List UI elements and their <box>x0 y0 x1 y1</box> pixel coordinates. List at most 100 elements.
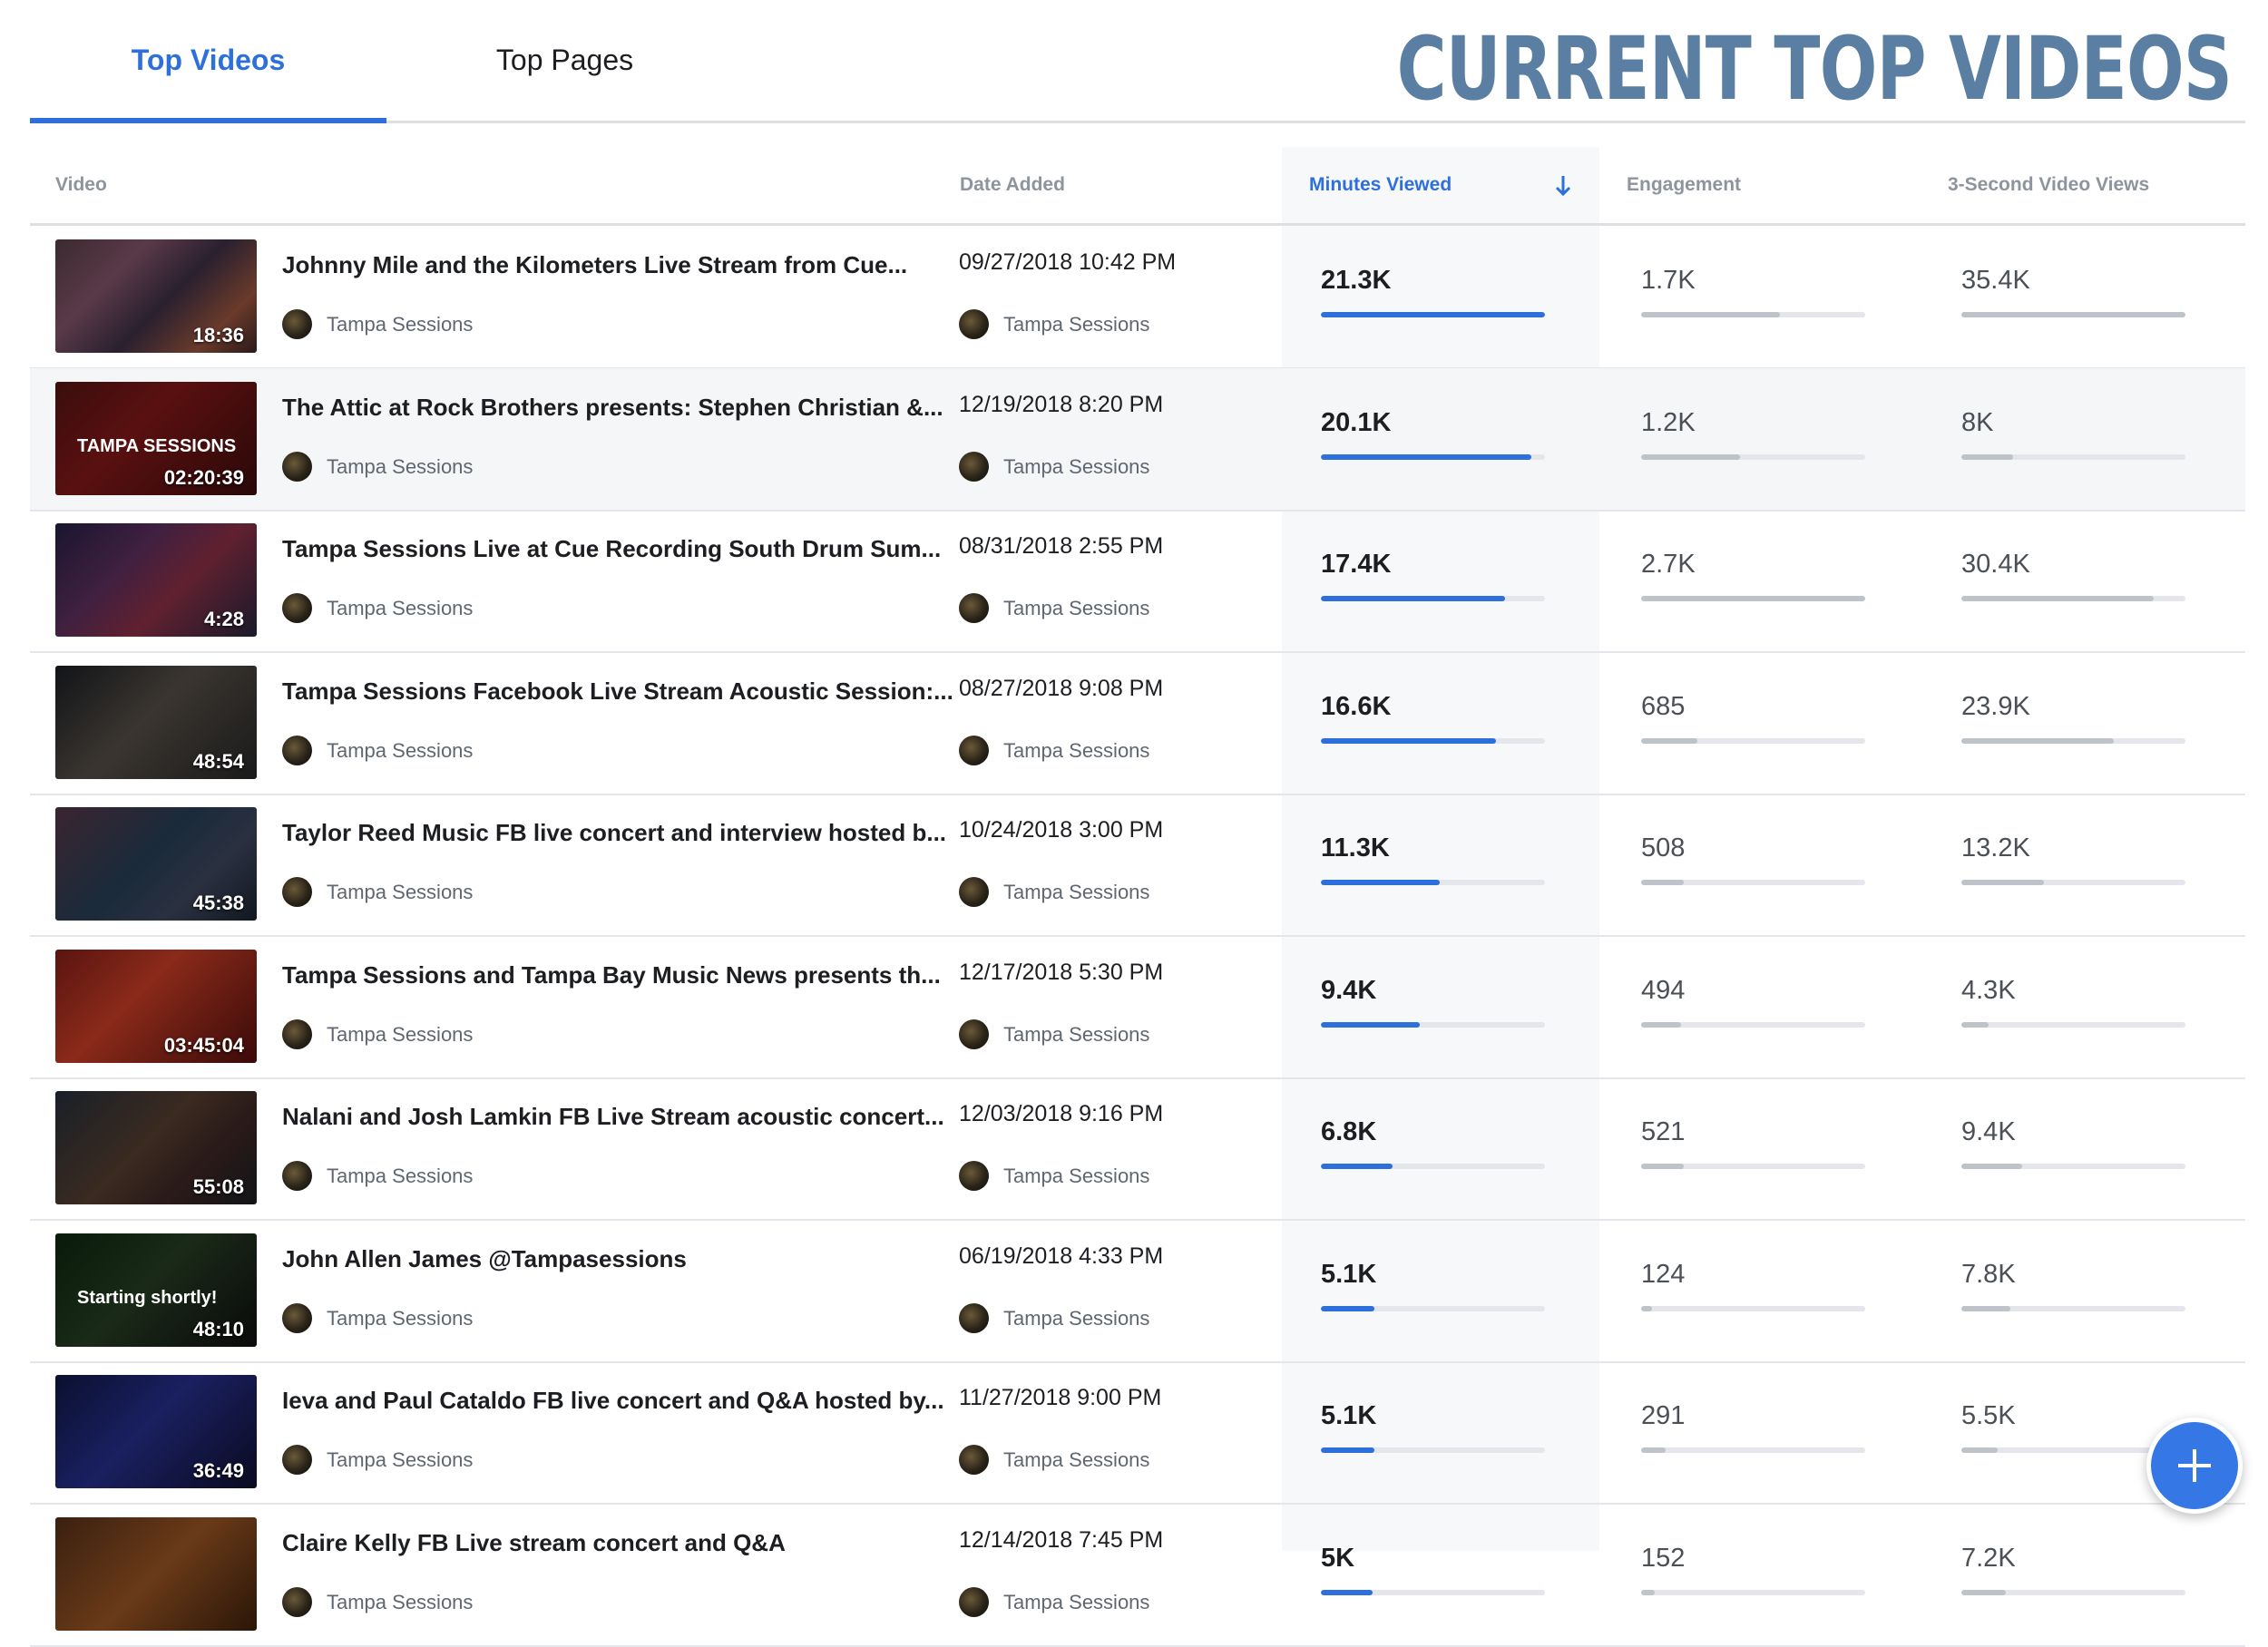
plus-icon <box>2178 1449 2211 1482</box>
table-row[interactable]: 55:08 Nalani and Josh Lamkin FB Live Str… <box>30 1077 2245 1221</box>
date-added: 12/14/2018 7:45 PM <box>959 1527 1164 1553</box>
sort-descending-icon[interactable] <box>1554 172 1572 198</box>
minutes-viewed-value: 6.8K <box>1321 1117 1377 1146</box>
page-name: Tampa Sessions <box>1003 1590 1150 1613</box>
avatar <box>959 1303 989 1333</box>
date-page-label[interactable]: Tampa Sessions <box>959 593 1149 623</box>
date-page-label[interactable]: Tampa Sessions <box>959 1019 1149 1049</box>
engagement-bar-fill <box>1641 1590 1655 1595</box>
engagement-bar-fill <box>1641 880 1684 885</box>
avatar <box>282 1303 312 1333</box>
date-page-label[interactable]: Tampa Sessions <box>959 1303 1149 1333</box>
page-label[interactable]: Tampa Sessions <box>282 452 473 482</box>
video-duration: 55:08 <box>192 1175 244 1198</box>
avatar <box>959 309 989 339</box>
avatar <box>282 736 312 765</box>
video-thumbnail[interactable]: Starting shortly! 48:10 <box>55 1233 257 1347</box>
minutes-viewed-value: 17.4K <box>1321 550 1392 579</box>
table-row[interactable]: TAMPA SESSIONS 02:20:39 The Attic at Roc… <box>30 368 2245 512</box>
views-bar <box>1961 454 2185 460</box>
video-title[interactable]: Tampa Sessions Live at Cue Recording Sou… <box>282 535 941 563</box>
video-title[interactable]: Nalani and Josh Lamkin FB Live Stream ac… <box>282 1103 944 1131</box>
date-page-label[interactable]: Tampa Sessions <box>959 452 1149 482</box>
video-thumbnail[interactable]: 45:38 <box>55 807 257 921</box>
table-row[interactable]: 48:54 Tampa Sessions Facebook Live Strea… <box>30 652 2245 795</box>
page-name: Tampa Sessions <box>1003 738 1150 762</box>
minutes-viewed-bar-fill <box>1321 1306 1375 1311</box>
page-label[interactable]: Tampa Sessions <box>282 1161 473 1191</box>
engagement-bar <box>1641 454 1865 460</box>
video-thumbnail[interactable]: 36:49 <box>55 1375 257 1488</box>
views-bar-fill <box>1961 1306 2011 1311</box>
video-thumbnail[interactable]: 4:28 <box>55 523 257 637</box>
avatar <box>282 452 312 482</box>
video-duration: 03:45:04 <box>163 1034 244 1057</box>
page-name: Tampa Sessions <box>1003 312 1150 336</box>
video-duration: 18:36 <box>192 324 244 346</box>
video-title[interactable]: Johnny Mile and the Kilometers Live Stre… <box>282 251 907 279</box>
table-row[interactable]: 4:28 Tampa Sessions Live at Cue Recordin… <box>30 510 2245 653</box>
page-label[interactable]: Tampa Sessions <box>282 309 473 339</box>
table-row[interactable]: 03:45:04 Tampa Sessions and Tampa Bay Mu… <box>30 936 2245 1079</box>
tab-top-pages[interactable]: Top Pages <box>386 0 743 121</box>
views-bar <box>1961 1164 2185 1169</box>
page-label[interactable]: Tampa Sessions <box>282 1587 473 1617</box>
video-thumbnail[interactable]: 55:08 <box>55 1091 257 1204</box>
video-title[interactable]: John Allen James @Tampasessions <box>282 1245 687 1273</box>
column-header-minutes[interactable]: Minutes Viewed <box>1309 147 1452 223</box>
video-duration: 48:10 <box>192 1318 244 1340</box>
video-title[interactable]: Taylor Reed Music FB live concert and in… <box>282 819 946 847</box>
video-thumbnail[interactable]: TAMPA SESSIONS 02:20:39 <box>55 382 257 495</box>
views-value: 23.9K <box>1961 692 2030 721</box>
table-row[interactable]: Claire Kelly FB Live stream concert and … <box>30 1504 2245 1647</box>
tab-top-videos[interactable]: Top Videos <box>30 0 386 123</box>
engagement-value: 685 <box>1641 692 1686 721</box>
date-page-label[interactable]: Tampa Sessions <box>959 309 1149 339</box>
column-header-date[interactable]: Date Added <box>960 147 1065 223</box>
column-header-engagement[interactable]: Engagement <box>1627 147 1741 223</box>
page-label[interactable]: Tampa Sessions <box>282 1445 473 1475</box>
add-button[interactable] <box>2146 1418 2243 1514</box>
date-page-label[interactable]: Tampa Sessions <box>959 877 1149 907</box>
video-thumbnail[interactable]: 18:36 <box>55 239 257 353</box>
engagement-value: 124 <box>1641 1260 1686 1289</box>
minutes-viewed-bar-fill <box>1321 1164 1393 1169</box>
page-name: Tampa Sessions <box>327 596 474 619</box>
views-value: 5.5K <box>1961 1401 2016 1430</box>
video-title[interactable]: Tampa Sessions and Tampa Bay Music News … <box>282 961 941 989</box>
video-thumbnail[interactable]: 03:45:04 <box>55 950 257 1063</box>
avatar <box>282 593 312 623</box>
page-label[interactable]: Tampa Sessions <box>282 1303 473 1333</box>
table-row[interactable]: 18:36 Johnny Mile and the Kilometers Liv… <box>30 226 2245 369</box>
video-title[interactable]: The Attic at Rock Brothers presents: Ste… <box>282 394 943 422</box>
page-label[interactable]: Tampa Sessions <box>282 877 473 907</box>
table-row[interactable]: Starting shortly! 48:10 John Allen James… <box>30 1220 2245 1363</box>
video-title[interactable]: Claire Kelly FB Live stream concert and … <box>282 1529 786 1557</box>
minutes-viewed-bar <box>1321 1022 1545 1028</box>
date-page-label[interactable]: Tampa Sessions <box>959 736 1149 765</box>
video-title[interactable]: Ieva and Paul Cataldo FB live concert an… <box>282 1387 944 1415</box>
minutes-viewed-value: 21.3K <box>1321 266 1392 295</box>
table-row[interactable]: 36:49 Ieva and Paul Cataldo FB live conc… <box>30 1361 2245 1505</box>
date-page-label[interactable]: Tampa Sessions <box>959 1445 1149 1475</box>
date-added: 11/27/2018 9:00 PM <box>959 1385 1162 1410</box>
page-label[interactable]: Tampa Sessions <box>282 736 473 765</box>
page-label[interactable]: Tampa Sessions <box>282 593 473 623</box>
minutes-viewed-bar <box>1321 1306 1545 1311</box>
page-label[interactable]: Tampa Sessions <box>282 1019 473 1049</box>
views-bar-fill <box>1961 738 2114 744</box>
table-row[interactable]: 45:38 Taylor Reed Music FB live concert … <box>30 794 2245 937</box>
column-header-video[interactable]: Video <box>55 147 107 223</box>
page-name: Tampa Sessions <box>327 738 474 762</box>
minutes-viewed-value: 5.1K <box>1321 1260 1377 1289</box>
video-thumbnail[interactable]: 48:54 <box>55 666 257 779</box>
views-bar-fill <box>1961 454 2013 460</box>
views-value: 4.3K <box>1961 976 2016 1005</box>
date-page-label[interactable]: Tampa Sessions <box>959 1587 1149 1617</box>
video-title[interactable]: Tampa Sessions Facebook Live Stream Acou… <box>282 677 953 706</box>
date-page-label[interactable]: Tampa Sessions <box>959 1161 1149 1191</box>
minutes-viewed-bar-fill <box>1321 1590 1373 1595</box>
video-thumbnail[interactable] <box>55 1517 257 1631</box>
page-name: Tampa Sessions <box>327 1447 474 1471</box>
column-header-views[interactable]: 3-Second Video Views <box>1948 147 2149 223</box>
